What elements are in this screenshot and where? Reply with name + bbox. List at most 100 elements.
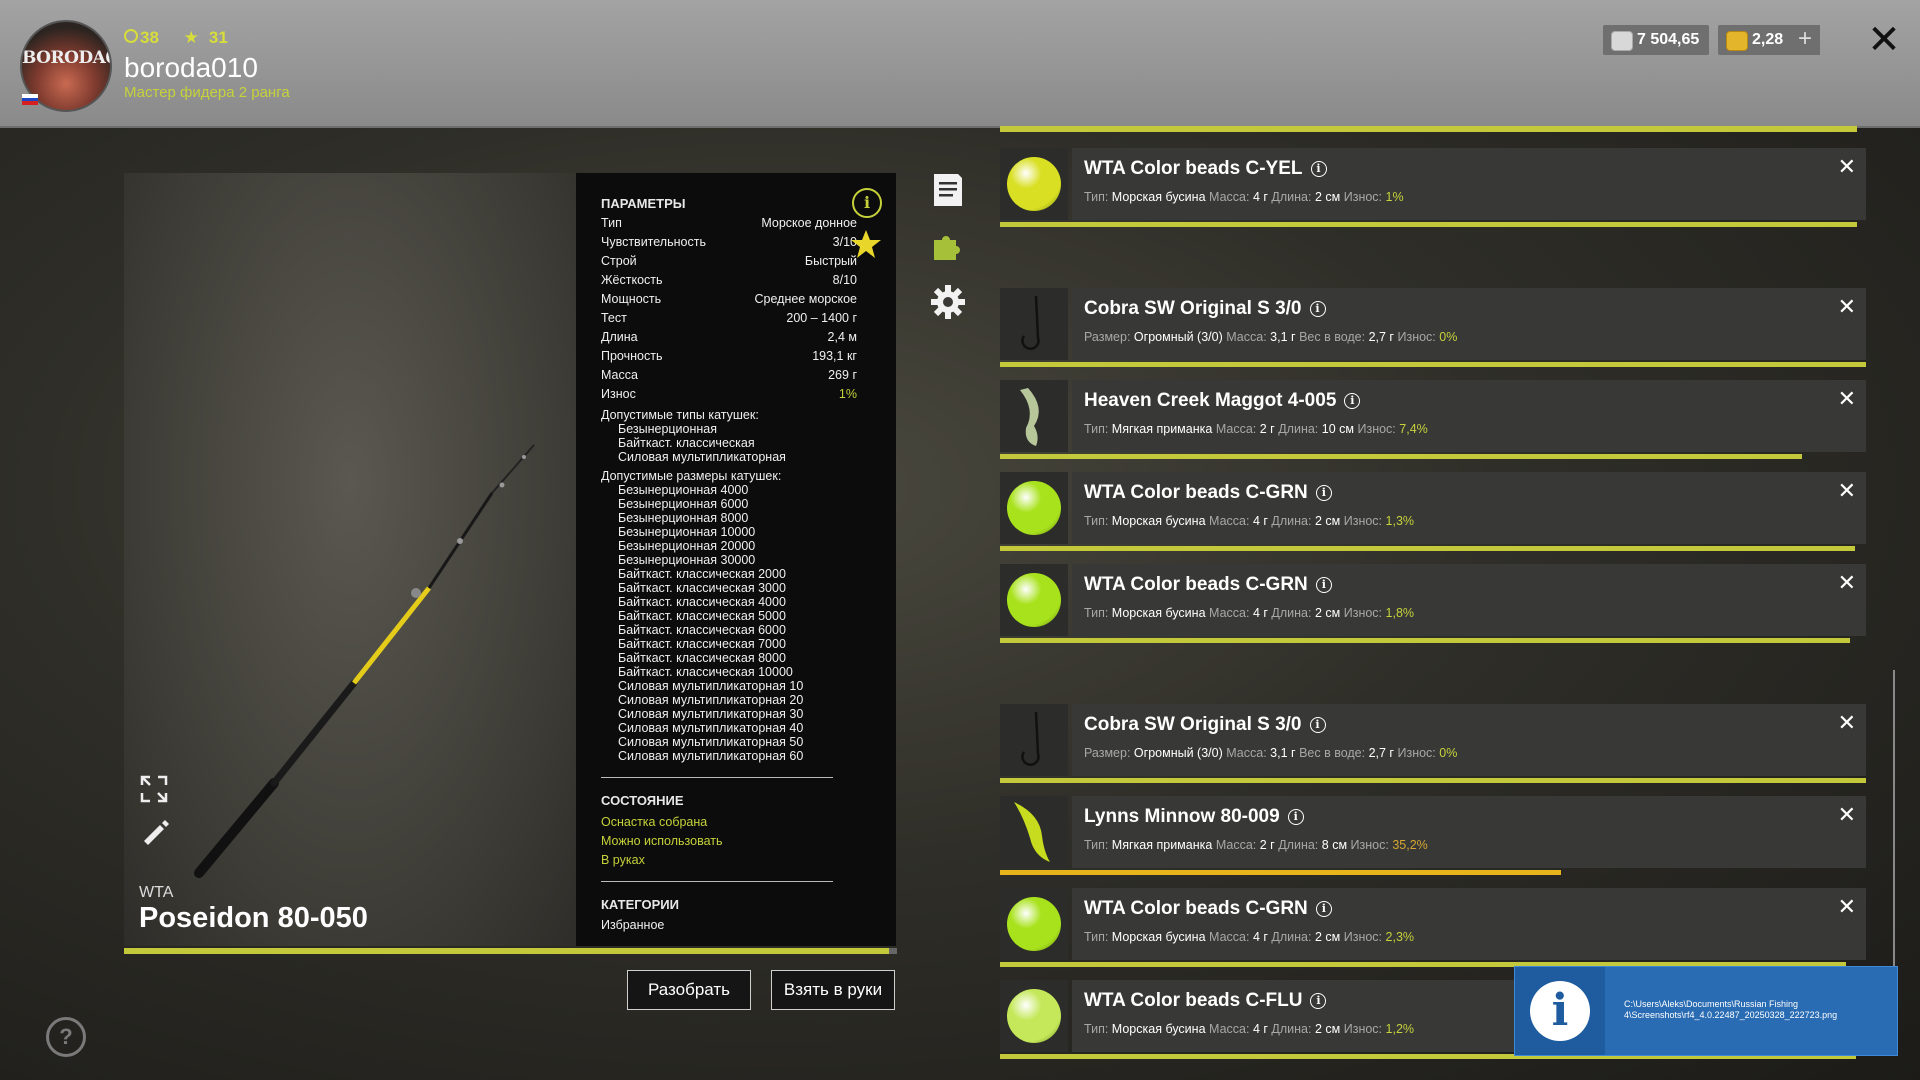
item-info: Lynns Minnow 80-009 i Тип: Мягкая приманка… bbox=[1072, 796, 1866, 868]
rod-wear-bar-remainder bbox=[889, 948, 897, 954]
remove-item-icon[interactable]: ✕ bbox=[1838, 294, 1856, 320]
bead-icon bbox=[1007, 481, 1061, 535]
item-title: WTA Color beads C-GRN i bbox=[1084, 574, 1332, 596]
silver-balance: 7 504,65 bbox=[1603, 25, 1710, 55]
remove-item-icon[interactable]: ✕ bbox=[1838, 478, 1856, 504]
state-list: Оснастка собрана Можно использовать В ру… bbox=[601, 813, 723, 870]
add-gold-button[interactable]: + bbox=[1790, 25, 1820, 55]
disassemble-button[interactable]: Разобрать bbox=[627, 970, 751, 1010]
bead-icon bbox=[1007, 989, 1061, 1043]
param-row-mass: Масса 269 г bbox=[601, 368, 857, 382]
item-info-icon[interactable]: i bbox=[1310, 993, 1327, 1009]
state-item-assembled: Оснастка собрана bbox=[601, 815, 708, 829]
item-wear-bar bbox=[1000, 638, 1850, 643]
item-specs: Тип: Морская бусина Масса: 4 г Длина: 2 … bbox=[1084, 190, 1404, 204]
state-item-in-hands: В руках bbox=[601, 853, 645, 867]
item-thumbnail bbox=[1000, 288, 1068, 360]
take-in-hands-button[interactable]: Взять в руки bbox=[771, 970, 895, 1010]
item-title: WTA Color beads C-GRN i bbox=[1084, 898, 1332, 920]
tackle-item[interactable]: WTA Color beads C-GRN i Тип: Морская бусин… bbox=[1000, 472, 1866, 551]
item-info-icon[interactable]: i bbox=[1315, 901, 1332, 917]
item-info-icon[interactable]: i bbox=[1310, 161, 1327, 177]
reel-size-item: Байткаст. классическая 7000 bbox=[618, 637, 786, 651]
item-specs: Тип: Морская бусина Масса: 4 г Длина: 2 … bbox=[1084, 930, 1415, 944]
item-title: WTA Color beads C-YEL i bbox=[1084, 158, 1327, 180]
player-username[interactable]: boroda010 bbox=[124, 52, 258, 84]
reel-sizes-list: Допустимые размеры катушек: Безынерционн… bbox=[601, 469, 803, 763]
item-thumbnail bbox=[1000, 148, 1068, 220]
rod-preview[interactable] bbox=[124, 173, 576, 946]
item-specs: Тип: Мягкая приманка Масса: 2 г Длина: 8… bbox=[1084, 838, 1428, 852]
player-rank: Мастер фидера 2 ранга bbox=[124, 84, 290, 101]
categories-title: КАТЕГОРИИ bbox=[601, 897, 679, 912]
item-thumbnail bbox=[1000, 888, 1068, 960]
description-icon[interactable] bbox=[930, 172, 966, 208]
bead-icon bbox=[1007, 897, 1061, 951]
item-wear-bar bbox=[1000, 778, 1866, 783]
info-icon[interactable]: i bbox=[852, 188, 882, 218]
list-scrollbar[interactable] bbox=[1893, 670, 1895, 970]
item-title: WTA Color beads C-FLU i bbox=[1084, 990, 1327, 1012]
tackle-item[interactable]: Cobra SW Original S 3/0 i Размер: Огромный… bbox=[1000, 288, 1866, 367]
item-info-icon[interactable]: i bbox=[1344, 393, 1361, 409]
remove-item-icon[interactable]: ✕ bbox=[1838, 570, 1856, 596]
param-row-test: Тест 200 – 1400 г bbox=[601, 311, 857, 325]
puzzle-icon[interactable] bbox=[930, 228, 966, 264]
reel-size-item: Безынерционная 30000 bbox=[618, 553, 756, 567]
item-specs: Тип: Мягкая приманка Масса: 2 г Длина: 1… bbox=[1084, 422, 1428, 436]
item-info: Cobra SW Original S 3/0 i Размер: Огромный… bbox=[1072, 704, 1866, 776]
tackle-item[interactable]: WTA Color beads C-GRN i Тип: Морская бусин… bbox=[1000, 888, 1866, 967]
list-top-wear-bar bbox=[1000, 126, 1857, 132]
param-row-strength: Прочность 193,1 кг bbox=[601, 349, 857, 363]
remove-item-icon[interactable]: ✕ bbox=[1838, 710, 1856, 736]
item-info-icon[interactable]: i bbox=[1287, 809, 1304, 825]
item-info-icon[interactable]: i bbox=[1315, 485, 1332, 501]
bead-icon bbox=[1007, 157, 1061, 211]
item-title: Heaven Creek Maggot 4-005 i bbox=[1084, 390, 1361, 412]
item-title: Cobra SW Original S 3/0 i bbox=[1084, 714, 1326, 736]
screenshot-notification[interactable]: i C:\Users\Aleks\Documents\Russian Fishi… bbox=[1514, 966, 1898, 1056]
item-specs: Тип: Морская бусина Масса: 4 г Длина: 2 … bbox=[1084, 606, 1415, 620]
param-row-length: Длина 2,4 м bbox=[601, 330, 857, 344]
reel-sizes-title: Допустимые размеры катушек: bbox=[601, 469, 782, 483]
reel-size-item: Байткаст. классическая 2000 bbox=[618, 567, 786, 581]
tackle-item[interactable]: WTA Color beads C-GRN i Тип: Морская бусин… bbox=[1000, 564, 1866, 643]
item-wear-bar bbox=[1000, 454, 1802, 459]
close-button[interactable]: ✕ bbox=[1864, 20, 1904, 60]
rating-star-icon: ★ bbox=[183, 28, 199, 47]
remove-item-icon[interactable]: ✕ bbox=[1838, 154, 1856, 180]
edit-pencil-icon[interactable] bbox=[138, 815, 170, 847]
settings-gear-icon[interactable] bbox=[930, 284, 966, 320]
item-info: Cobra SW Original S 3/0 i Размер: Огромный… bbox=[1072, 288, 1866, 360]
param-row-type: Тип Морское донное bbox=[601, 216, 857, 230]
tackle-item[interactable]: Cobra SW Original S 3/0 i Размер: Огромный… bbox=[1000, 704, 1866, 783]
help-icon[interactable]: ? bbox=[46, 1017, 86, 1057]
item-info: WTA Color beads C-GRN i Тип: Морская бусин… bbox=[1072, 472, 1866, 544]
bead-icon bbox=[1007, 573, 1061, 627]
tackle-item[interactable]: WTA Color beads C-YEL i Тип: Морская бусин… bbox=[1000, 148, 1866, 227]
item-specs: Тип: Морская бусина Масса: 4 г Длина: 2 … bbox=[1084, 1022, 1415, 1036]
tackle-item[interactable]: Lynns Minnow 80-009 i Тип: Мягкая приманка… bbox=[1000, 796, 1866, 875]
hook-icon bbox=[1021, 711, 1040, 766]
fullscreen-icon[interactable] bbox=[138, 773, 170, 805]
reel-size-item: Байткаст. классическая 4000 bbox=[618, 595, 786, 609]
reel-size-item: Байткаст. классическая 5000 bbox=[618, 609, 786, 623]
item-info-icon[interactable]: i bbox=[1309, 301, 1326, 317]
reel-types-title: Допустимые типы катушек: bbox=[601, 408, 759, 422]
item-wear-bar bbox=[1000, 362, 1866, 367]
favorite-star-icon[interactable] bbox=[850, 228, 882, 260]
remove-item-icon[interactable]: ✕ bbox=[1838, 386, 1856, 412]
item-info-icon[interactable]: i bbox=[1309, 717, 1326, 733]
param-row-sensitivity: Чувствительность 3/10 bbox=[601, 235, 857, 249]
gold-balance: 2,28 bbox=[1718, 25, 1794, 55]
tackle-item[interactable]: Heaven Creek Maggot 4-005 i Тип: Мягкая пр… bbox=[1000, 380, 1866, 459]
params-title: ПАРАМЕТРЫ bbox=[601, 196, 686, 211]
rod-image bbox=[194, 444, 535, 878]
divider bbox=[601, 881, 833, 882]
item-info: WTA Color beads C-GRN i Тип: Морская бусин… bbox=[1072, 888, 1866, 960]
param-row-action: Строй Быстрый bbox=[601, 254, 857, 268]
remove-item-icon[interactable]: ✕ bbox=[1838, 802, 1856, 828]
item-info-icon[interactable]: i bbox=[1315, 577, 1332, 593]
remove-item-icon[interactable]: ✕ bbox=[1838, 894, 1856, 920]
rating-badge: ★ 31 bbox=[183, 28, 228, 47]
